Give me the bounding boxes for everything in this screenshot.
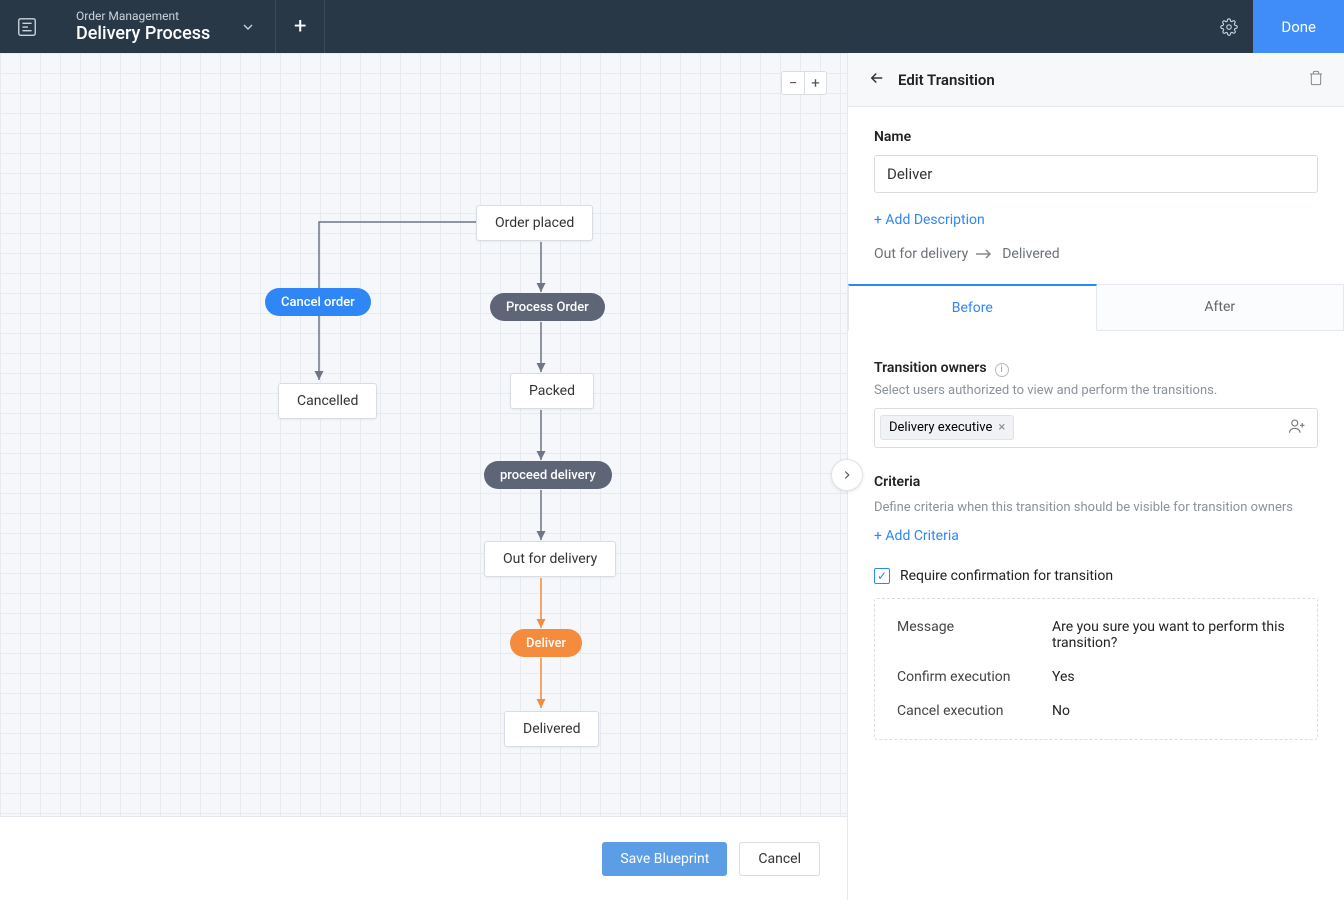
require-confirm-label: Require confirmation for transition bbox=[900, 568, 1113, 584]
gear-icon bbox=[1220, 18, 1238, 36]
tab-before[interactable]: Before bbox=[848, 284, 1097, 331]
page-title: Delivery Process bbox=[76, 23, 210, 44]
panel-header: Edit Transition bbox=[848, 53, 1344, 107]
arrow-left-icon bbox=[868, 69, 886, 87]
settings-button[interactable] bbox=[1205, 0, 1253, 53]
node-packed[interactable]: Packed bbox=[510, 373, 594, 409]
cancel-button[interactable]: Cancel bbox=[739, 842, 820, 876]
tabs: Before After bbox=[848, 284, 1344, 331]
delete-button[interactable] bbox=[1308, 70, 1324, 90]
cancel-exec-key: Cancel execution bbox=[897, 703, 1052, 719]
node-delivered[interactable]: Delivered bbox=[504, 711, 599, 747]
node-out-for-delivery[interactable]: Out for delivery bbox=[484, 541, 616, 577]
state-flow: Out for delivery Delivered bbox=[874, 246, 1318, 262]
flow-from: Out for delivery bbox=[874, 246, 968, 262]
cancel-exec-val: No bbox=[1052, 703, 1295, 719]
bottom-bar: Save Blueprint Cancel bbox=[0, 816, 847, 900]
require-confirm-checkbox[interactable]: ✓ bbox=[874, 568, 890, 584]
title-block: Order Management Delivery Process bbox=[54, 5, 220, 48]
side-panel: Edit Transition Name + Add Description O… bbox=[847, 53, 1344, 900]
owners-label: Transition owners bbox=[874, 360, 987, 376]
add-description-link[interactable]: + Add Description bbox=[874, 212, 985, 228]
canvas[interactable]: Order placed Cancel order Cancelled Proc… bbox=[0, 53, 847, 900]
user-add-icon bbox=[1288, 417, 1306, 435]
owners-input[interactable]: Delivery executive × bbox=[874, 408, 1318, 448]
zoom-controls: − + bbox=[781, 71, 827, 95]
criteria-sub: Define criteria when this transition sho… bbox=[874, 500, 1318, 515]
trash-icon bbox=[1308, 70, 1324, 86]
top-bar: Order Management Delivery Process + Done bbox=[0, 0, 1344, 53]
transition-cancel-order[interactable]: Cancel order bbox=[265, 288, 371, 316]
confirm-exec-key: Confirm execution bbox=[897, 669, 1052, 685]
node-order-placed[interactable]: Order placed bbox=[476, 205, 593, 241]
criteria-label: Criteria bbox=[874, 474, 1318, 490]
owner-chip: Delivery executive × bbox=[880, 415, 1014, 440]
add-criteria-link[interactable]: + Add Criteria bbox=[874, 528, 959, 544]
name-input[interactable] bbox=[874, 155, 1318, 193]
name-label: Name bbox=[874, 129, 1318, 145]
tab-after[interactable]: After bbox=[1097, 284, 1344, 331]
add-user-button[interactable] bbox=[1288, 417, 1312, 439]
add-button[interactable]: + bbox=[275, 0, 325, 53]
require-confirm-row[interactable]: ✓ Require confirmation for transition bbox=[874, 568, 1318, 584]
chevron-right-icon bbox=[840, 468, 854, 482]
transition-proceed-delivery[interactable]: proceed delivery bbox=[484, 461, 612, 489]
confirm-exec-val: Yes bbox=[1052, 669, 1295, 685]
panel-title: Edit Transition bbox=[898, 71, 1308, 89]
flow-to: Delivered bbox=[1002, 246, 1059, 262]
back-button[interactable] bbox=[868, 69, 886, 91]
collapse-panel-button[interactable] bbox=[831, 459, 863, 491]
info-icon[interactable]: i bbox=[995, 363, 1009, 377]
transition-process-order[interactable]: Process Order bbox=[490, 293, 605, 321]
zoom-out-button[interactable]: − bbox=[782, 72, 804, 94]
app-icon bbox=[0, 16, 54, 38]
message-val: Are you sure you want to perform this tr… bbox=[1052, 619, 1295, 651]
title-dropdown[interactable] bbox=[220, 19, 275, 35]
save-blueprint-button[interactable]: Save Blueprint bbox=[602, 842, 727, 876]
remove-chip-button[interactable]: × bbox=[998, 420, 1005, 435]
node-cancelled[interactable]: Cancelled bbox=[278, 383, 377, 419]
message-key: Message bbox=[897, 619, 1052, 651]
owner-chip-label: Delivery executive bbox=[889, 420, 992, 435]
transition-deliver[interactable]: Deliver bbox=[510, 629, 582, 657]
done-button[interactable]: Done bbox=[1253, 0, 1344, 53]
category-label: Order Management bbox=[76, 9, 210, 23]
confirm-box: Message Are you sure you want to perform… bbox=[874, 598, 1318, 740]
owners-sub: Select users authorized to view and perf… bbox=[874, 383, 1318, 398]
arrow-right-icon bbox=[976, 249, 994, 259]
zoom-in-button[interactable]: + bbox=[804, 72, 826, 94]
